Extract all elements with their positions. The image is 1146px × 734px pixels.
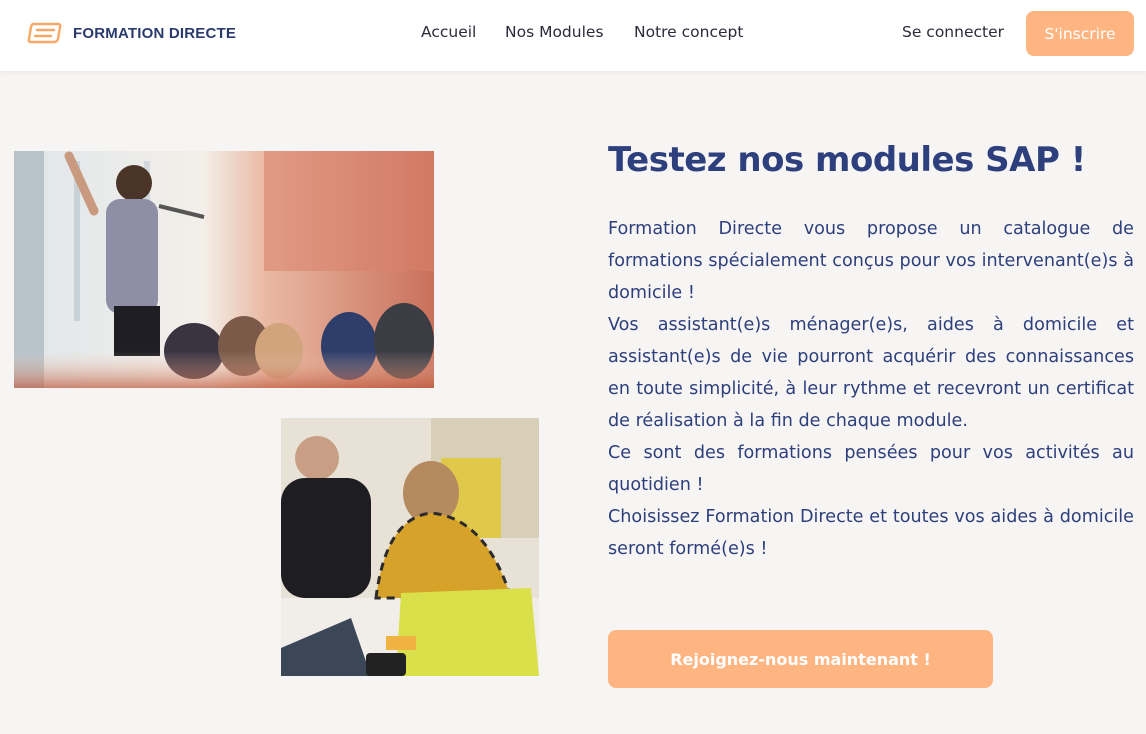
formation-directe-logo-icon [27, 22, 62, 44]
signup-button[interactable]: S'inscrire [1026, 11, 1134, 56]
speaker-conference-photo [14, 151, 434, 388]
login-link[interactable]: Se connecter [902, 23, 1004, 41]
navbar: FORMATION DIRECTE Accueil Nos Modules No… [0, 0, 1146, 71]
intro-paragraph: Formation Directe vous propose un catalo… [608, 219, 1134, 303]
nav-link-modules[interactable]: Nos Modules [505, 23, 604, 41]
join-now-button[interactable]: Rejoignez-nous maintenant ! [608, 630, 993, 688]
brand-name: FORMATION DIRECTE [73, 24, 237, 42]
nav-link-concept[interactable]: Notre concept [634, 23, 743, 41]
team-laptop-photo [281, 418, 539, 676]
page-title: Testez nos modules SAP ! [608, 140, 1086, 180]
intro-paragraph: Ce sont des formations pensées pour vos … [608, 443, 1134, 495]
intro-paragraph: Vos assistant(e)s ménager(e)s, aides à d… [608, 315, 1134, 431]
nav-link-accueil[interactable]: Accueil [421, 23, 476, 41]
intro-text: Formation Directe vous propose un catalo… [608, 213, 1134, 565]
brand-logo[interactable]: FORMATION DIRECTE [27, 21, 236, 45]
intro-paragraph: Choisissez Formation Directe et toutes v… [608, 507, 1134, 559]
